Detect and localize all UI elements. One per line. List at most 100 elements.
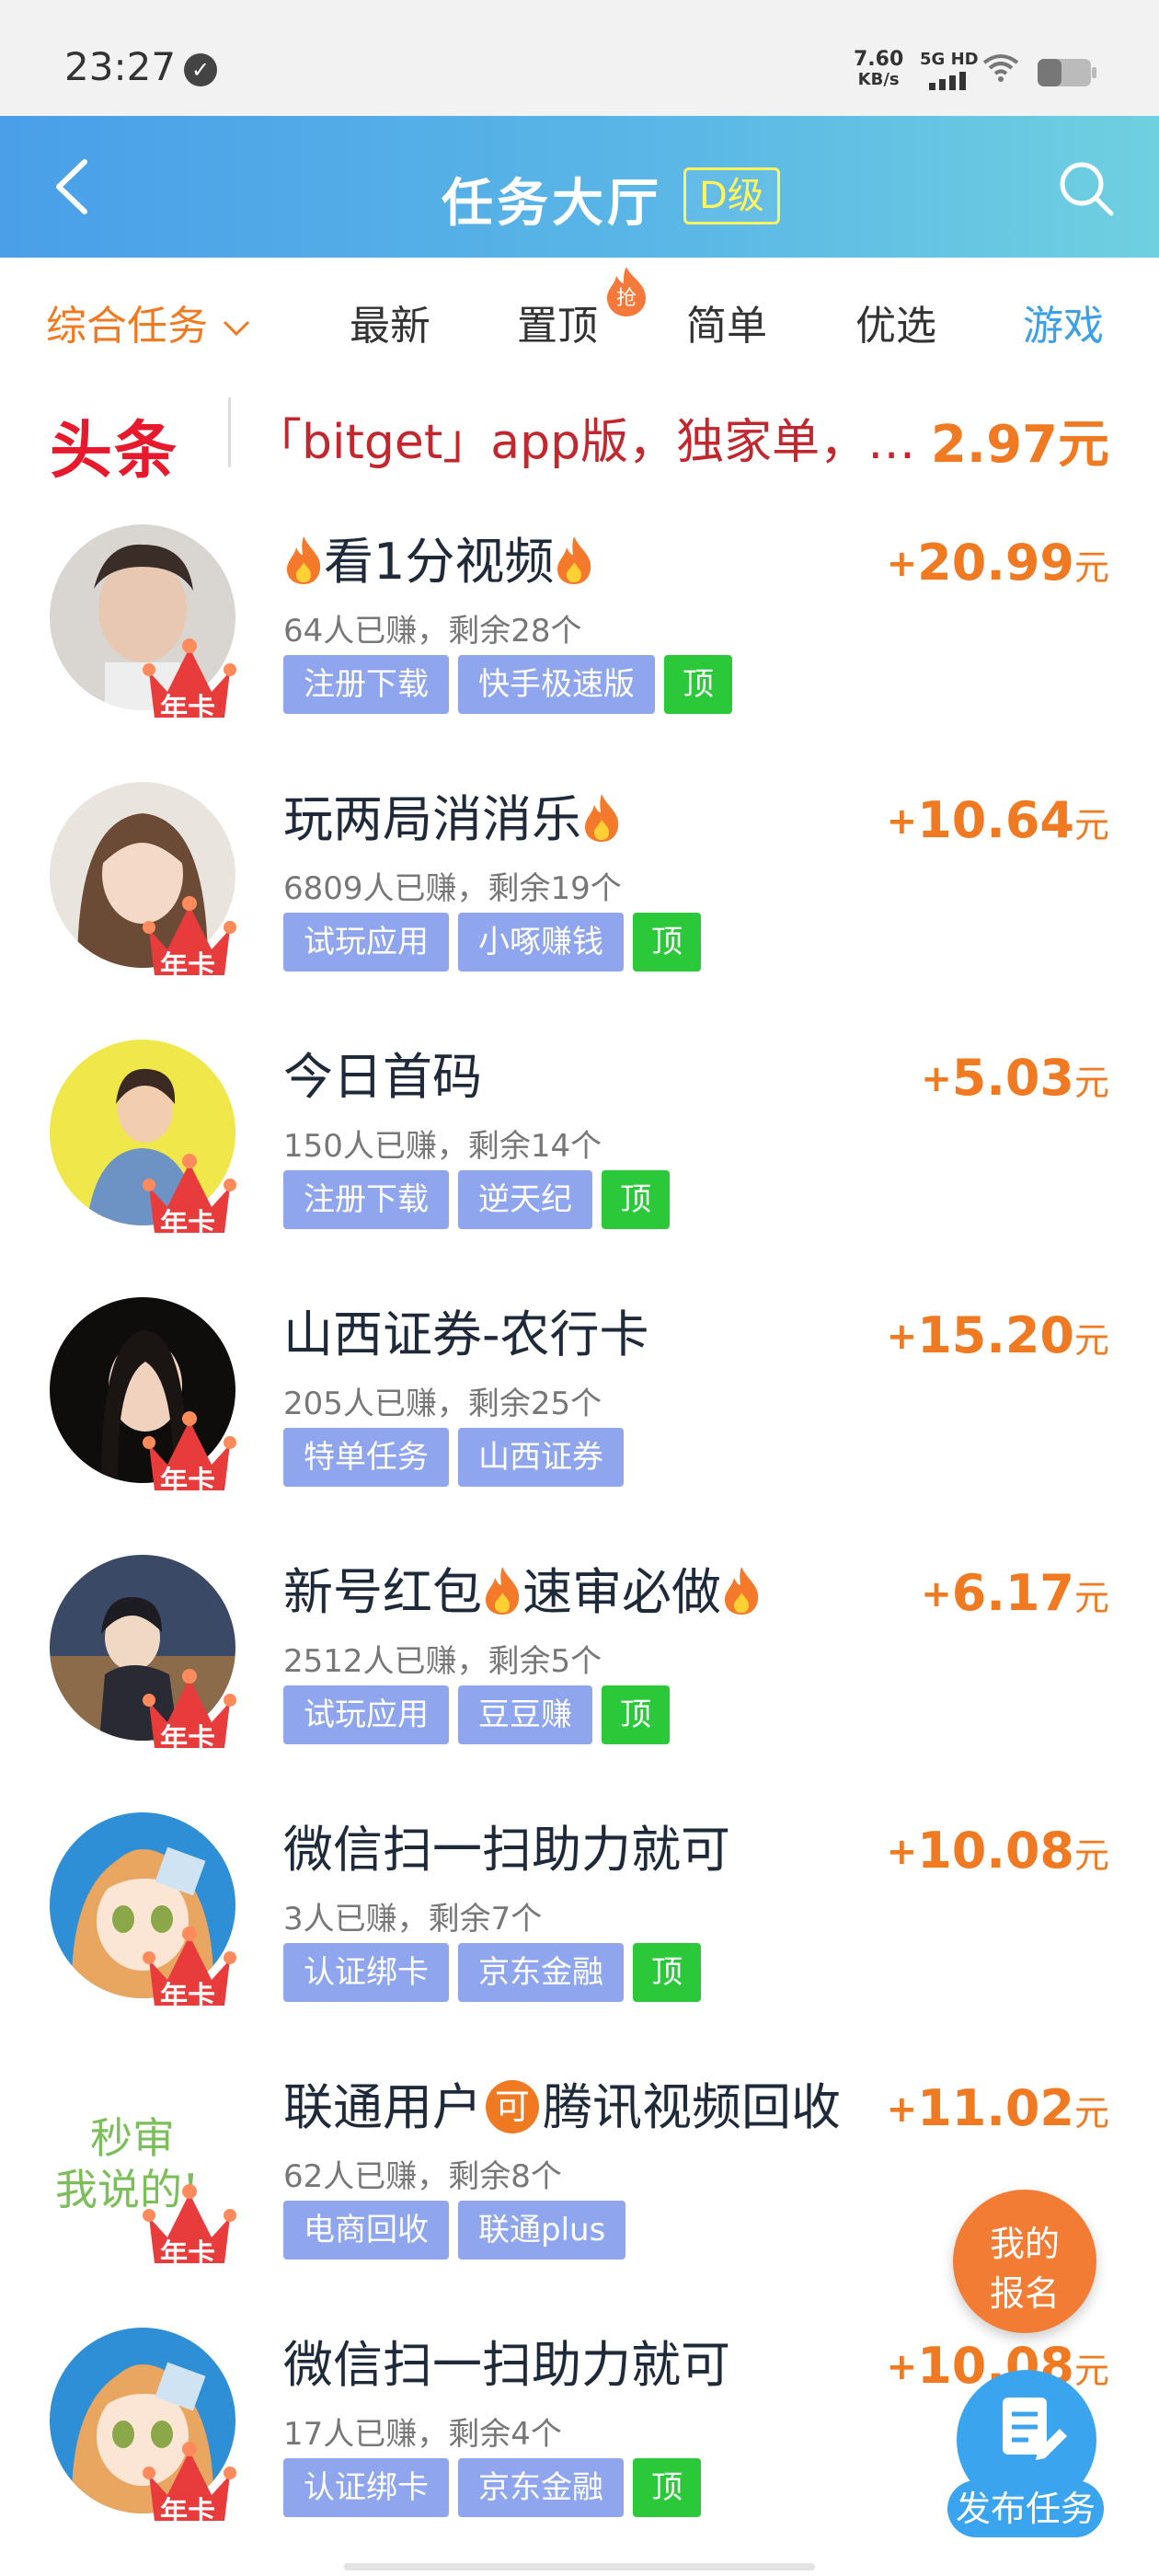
- back-arrow-icon[interactable]: [48, 156, 99, 217]
- tag: 试玩应用: [283, 1685, 449, 1744]
- divider: [228, 397, 231, 467]
- tag: 认证绑卡: [283, 1943, 449, 2002]
- pinned-tag: 顶: [633, 2458, 701, 2517]
- can-badge: 可: [486, 2080, 539, 2133]
- task-title: 微信扫一扫助力就可: [283, 1821, 730, 1879]
- task-item[interactable]: 年卡 玩两局消消乐 6809人已赚，剩余19个 试玩应用 小啄赚钱顶 +10.64…: [0, 754, 1159, 1012]
- tab-selected[interactable]: 优选: [855, 293, 936, 351]
- tag: 京东金融: [458, 2458, 624, 2517]
- task-stats: 64人已赚，剩余28个: [283, 613, 582, 650]
- pinned-tag: 顶: [664, 655, 732, 714]
- task-reward: +20.99元: [886, 534, 1109, 592]
- tag: 山西证券: [458, 1428, 624, 1487]
- task-item[interactable]: 年卡 微信扫一扫助力就可 3人已赚，剩余7个 认证绑卡 京东金融顶 +10.08元: [0, 1785, 1159, 2042]
- home-indicator[interactable]: [344, 2563, 815, 2570]
- annual-card-badge: 年卡: [160, 693, 215, 725]
- pinned-tag: 顶: [633, 1943, 701, 2002]
- tab-comprehensive[interactable]: 综合任务: [46, 293, 252, 351]
- task-title: 微信扫一扫助力就可: [283, 2336, 730, 2394]
- wifi-icon: [982, 53, 1019, 91]
- check-icon: ✓: [184, 53, 217, 86]
- task-title: 联通用户可腾讯视频回收: [283, 2078, 841, 2136]
- task-reward: +10.64元: [886, 791, 1109, 849]
- headline-banner[interactable]: 头条 「bitget」app版，独家单，… 2.97元: [0, 372, 1159, 491]
- task-tags: 注册下载 逆天纪顶: [283, 1170, 679, 1229]
- tag: 电商回收: [283, 2201, 449, 2260]
- task-item[interactable]: 年卡 看1分视频 64人已赚，剩余28个 注册下载 快手极速版顶 +20.99元: [0, 497, 1159, 754]
- task-title: 山西证券-农行卡: [283, 1305, 649, 1363]
- app-header: 任务大厅 D级: [0, 116, 1159, 258]
- fire-icon: [725, 1567, 759, 1615]
- tag: 注册下载: [283, 655, 449, 714]
- task-tags: 注册下载 快手极速版顶: [283, 655, 741, 714]
- task-reward: +6.17元: [921, 1564, 1109, 1622]
- task-reward: +5.03元: [921, 1049, 1109, 1107]
- annual-card-badge: 年卡: [160, 1981, 215, 2013]
- clock: 23:27: [64, 44, 177, 89]
- task-stats: 205人已赚，剩余25个: [283, 1386, 602, 1422]
- my-signup-button[interactable]: 我的 报名: [953, 2190, 1096, 2333]
- task-title: 看1分视频: [283, 521, 594, 593]
- task-stats: 17人已赚，剩余4个: [283, 2416, 562, 2453]
- tab-games[interactable]: 游戏: [1023, 293, 1104, 351]
- task-item[interactable]: 年卡 今日首码 150人已赚，剩余14个 注册下载 逆天纪顶 +5.03元: [0, 1012, 1159, 1270]
- annual-card-badge: 年卡: [160, 2238, 215, 2271]
- task-reward: +11.02元: [886, 2079, 1109, 2137]
- pinned-tag: 顶: [633, 913, 701, 972]
- tab-pinned[interactable]: 置顶: [517, 293, 598, 351]
- fab-label: 我的: [989, 2224, 1060, 2264]
- search-icon[interactable]: [1056, 158, 1117, 219]
- category-tabs: 综合任务 最新 置顶 简单 优选 游戏: [0, 258, 1159, 372]
- task-title: 玩两局消消乐: [283, 778, 622, 851]
- battery-icon: [1038, 59, 1096, 86]
- tag: 联通plus: [458, 2201, 626, 2260]
- chevron-down-icon: [223, 320, 250, 337]
- signal-icon: [929, 70, 971, 90]
- task-tags: 认证绑卡 京东金融顶: [283, 2458, 710, 2517]
- task-title: 新号红包 速审必做: [283, 1551, 762, 1624]
- pinned-tag: 顶: [602, 1685, 670, 1744]
- tag: 注册下载: [283, 1170, 449, 1229]
- status-bar: 23:27 ✓ 7.60 KB/s 5G HD: [0, 0, 1159, 116]
- fire-icon: [585, 794, 619, 842]
- tag: 逆天纪: [458, 1170, 592, 1229]
- tag: 京东金融: [458, 1943, 624, 2002]
- task-tags: 试玩应用 小啄赚钱顶: [283, 913, 710, 972]
- tag: 快手极速版: [458, 655, 655, 714]
- task-tags: 特单任务 山西证券: [283, 1428, 633, 1487]
- headline-text: 「bitget」app版，独家单，…: [254, 415, 916, 470]
- task-stats: 6809人已赚，剩余19个: [283, 870, 622, 907]
- task-title: 今日首码: [283, 1048, 482, 1106]
- task-tags: 认证绑卡 京东金融顶: [283, 1943, 710, 2002]
- page-title: 任务大厅: [442, 174, 662, 234]
- task-item[interactable]: 年卡 新号红包 速审必做 2512人已赚，剩余5个 试玩应用 豆豆赚顶 +6.17元: [0, 1527, 1159, 1785]
- tag: 小啄赚钱: [458, 913, 624, 972]
- fab-label: 报名: [989, 2273, 1060, 2314]
- headline-logo: 头条: [50, 415, 179, 488]
- tab-simple[interactable]: 简单: [686, 293, 767, 351]
- tab-latest[interactable]: 最新: [350, 293, 430, 351]
- task-stats: 3人已赚，剩余7个: [283, 1901, 543, 1938]
- level-badge: D级: [683, 167, 780, 224]
- task-reward: +15.20元: [886, 1306, 1109, 1364]
- tag: 豆豆赚: [458, 1685, 592, 1744]
- annual-card-badge: 年卡: [160, 1208, 215, 1240]
- tag: 试玩应用: [283, 913, 449, 972]
- fire-icon: [557, 536, 591, 584]
- tag: 认证绑卡: [283, 2458, 449, 2517]
- annual-card-badge: 年卡: [160, 1466, 215, 1498]
- headline-price: 2.97元: [930, 415, 1109, 475]
- publish-task-label: 发布任务: [947, 2480, 1104, 2537]
- fire-icon: [486, 1567, 520, 1615]
- network-type: 5G HD: [920, 50, 979, 69]
- fire-icon: [287, 536, 321, 584]
- grab-flame-badge: 抢: [603, 265, 649, 318]
- task-item[interactable]: 年卡 山西证券-农行卡 205人已赚，剩余25个 特单任务 山西证券 +15.20…: [0, 1270, 1159, 1527]
- task-stats: 62人已赚，剩余8个: [283, 2158, 562, 2195]
- publish-task-button[interactable]: 发布任务: [947, 2370, 1104, 2554]
- annual-card-badge: 年卡: [160, 950, 215, 983]
- task-tags: 试玩应用 豆豆赚顶: [283, 1685, 679, 1744]
- task-tags: 电商回收 联通plus: [283, 2201, 635, 2260]
- task-stats: 2512人已赚，剩余5个: [283, 1643, 602, 1680]
- task-stats: 150人已赚，剩余14个: [283, 1128, 602, 1165]
